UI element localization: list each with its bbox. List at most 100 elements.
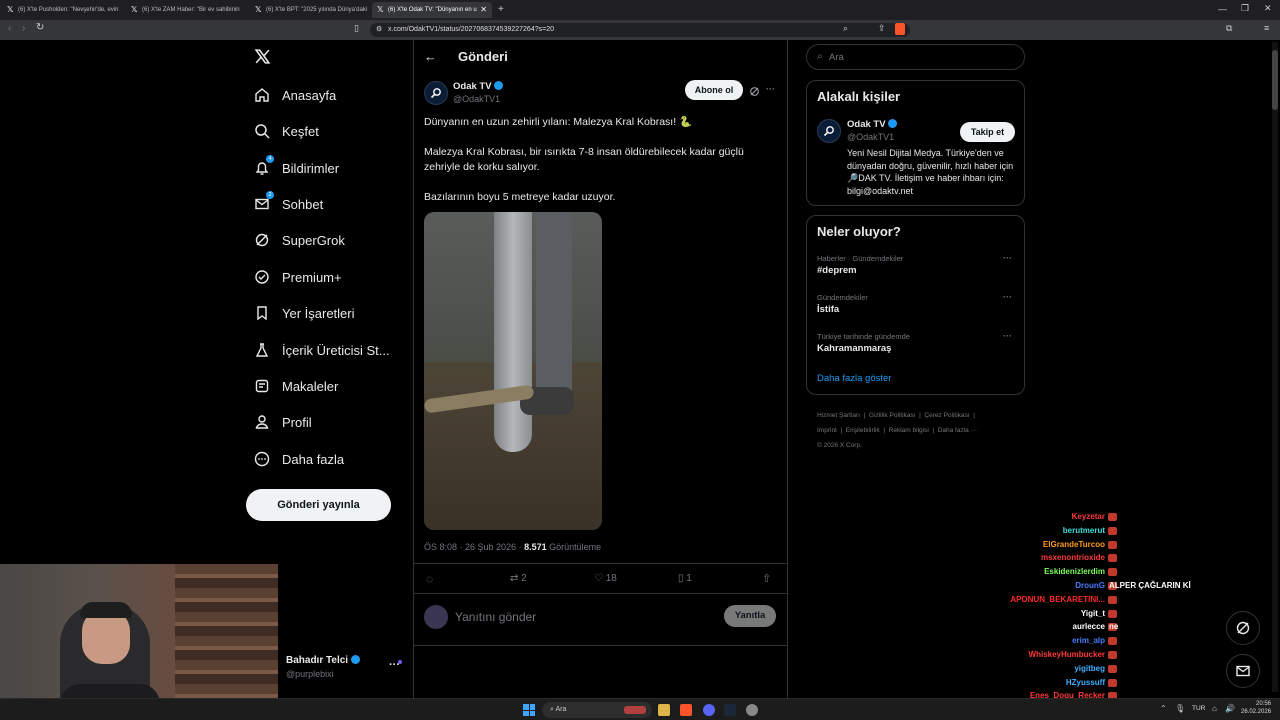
mic-icon[interactable]: 🎙: [1175, 704, 1185, 713]
copyright: © 2026 X Corp.: [817, 442, 862, 449]
trend-name[interactable]: İstifa: [817, 304, 839, 315]
sidebar-item-supergrok[interactable]: SuperGrok: [254, 228, 345, 252]
taskbar-search[interactable]: ⌕ Ara: [542, 702, 652, 718]
follow-button[interactable]: Takip et: [960, 122, 1015, 142]
network-icon[interactable]: ⌂: [1212, 704, 1217, 713]
like-button[interactable]: ♡ 18: [594, 573, 617, 584]
post-button[interactable]: Gönderi yayınla: [246, 489, 391, 521]
close-tab-icon[interactable]: ✕: [480, 5, 487, 14]
share-icon[interactable]: ⇪: [878, 23, 886, 34]
grok-float-button[interactable]: [1226, 611, 1260, 645]
mail-icon: 2: [254, 191, 274, 212]
sidebar-item-articles[interactable]: Makaleler: [254, 374, 338, 398]
steam-icon[interactable]: [724, 704, 736, 716]
bell-icon: 4: [254, 155, 274, 176]
sidebar-item-creator-studio[interactable]: İçerik Üreticisi St...: [254, 338, 390, 362]
site-settings-icon[interactable]: ⚙: [376, 25, 382, 33]
footer-link[interactable]: Hizmet Şartları: [817, 412, 860, 419]
browser-tab-active[interactable]: 𝕏 (6) X'te Odak TV: "Dünyanın en u ✕: [372, 2, 492, 18]
obs-icon[interactable]: [746, 704, 758, 716]
share-icon[interactable]: ⇧: [762, 572, 771, 585]
tweet-video[interactable]: [424, 212, 602, 530]
back-icon[interactable]: ‹: [8, 23, 11, 34]
file-explorer-icon[interactable]: [658, 704, 670, 716]
url-field[interactable]: ⚙ x.com/OdakTV1/status/202706837453922726…: [370, 23, 910, 37]
trend-name[interactable]: #deprem: [817, 265, 857, 276]
view-count: 8.571: [524, 542, 547, 552]
sidebar-item-label: Profil: [282, 414, 312, 430]
avatar[interactable]: [424, 81, 448, 105]
trend-more-icon[interactable]: ···: [1003, 253, 1012, 263]
author-name[interactable]: Odak TV: [453, 81, 504, 92]
reply-input[interactable]: Yanıtını gönder: [455, 610, 536, 624]
tray-chevron-icon[interactable]: ⌃: [1160, 704, 1167, 713]
avatar[interactable]: [817, 119, 841, 143]
notification-badge: 4: [266, 155, 274, 163]
footer-link[interactable]: Reklam bilgisi: [889, 427, 929, 434]
reply-button[interactable]: Yanıtla: [724, 605, 776, 627]
volume-icon[interactable]: 🔊: [1225, 704, 1235, 713]
view-label: Görüntüleme: [546, 542, 602, 552]
trend-more-icon[interactable]: ···: [1003, 331, 1012, 341]
more-icon[interactable]: ···: [766, 84, 775, 94]
browser-tab[interactable]: 𝕏 (6) X'te Pusholden: "Nevşehir'de, evin: [2, 2, 122, 18]
footer-link[interactable]: Gizlilik Politikası: [869, 412, 916, 419]
footer-link[interactable]: Erişilebilirlik: [846, 427, 880, 434]
bookmark-page-icon[interactable]: ▯: [354, 23, 359, 34]
sidebar-item-premium[interactable]: Premium+: [254, 265, 342, 289]
reload-icon[interactable]: ↻: [36, 22, 44, 33]
x-logo[interactable]: [254, 48, 271, 70]
clock-time: 20:56: [1255, 701, 1271, 707]
restore-icon[interactable]: ❐: [1241, 3, 1249, 14]
sidebar-item-label: Sohbet: [282, 196, 324, 212]
start-icon[interactable]: [523, 704, 535, 716]
subscribe-button[interactable]: Abone ol: [685, 80, 743, 100]
scrollbar[interactable]: [1272, 42, 1278, 692]
x-logo-icon: 𝕏: [255, 5, 262, 14]
menu-icon[interactable]: ≡: [1264, 23, 1269, 33]
sidebar-item-bookmarks[interactable]: Yer İşaretleri: [254, 301, 355, 325]
search-input[interactable]: ⌕ Ara: [806, 44, 1025, 70]
footer-link[interactable]: Daha fazla ···: [938, 427, 977, 434]
retweet-button[interactable]: ⇄ 2: [510, 573, 527, 584]
sidebar-item-profile[interactable]: Profil: [254, 410, 312, 434]
sidebar-item-more[interactable]: Daha fazla: [254, 447, 344, 471]
show-more-link[interactable]: Daha fazla göster: [817, 373, 891, 384]
sidebar-item-explore[interactable]: Keşfet: [254, 119, 319, 143]
status-dot: [398, 660, 402, 664]
trend-name[interactable]: Kahramanmaraş: [817, 343, 891, 354]
brave-icon[interactable]: [680, 704, 692, 716]
footer-link[interactable]: Imprint: [817, 427, 837, 434]
back-arrow-icon[interactable]: ←: [424, 49, 437, 64]
sidebar-item-notifications[interactable]: 4 Bildirimler: [254, 155, 339, 180]
heart-icon: ♡: [594, 573, 603, 584]
divider: [413, 593, 788, 594]
forward-icon[interactable]: ›: [22, 23, 25, 34]
sidebar-item-chat[interactable]: 2 Sohbet: [254, 191, 324, 216]
account-name[interactable]: Bahadır Telci: [286, 655, 360, 666]
extensions-icon[interactable]: ⧉: [1226, 23, 1232, 34]
window-close-icon[interactable]: ✕: [1264, 3, 1272, 14]
zoom-icon[interactable]: ⌕: [843, 23, 848, 34]
discord-icon[interactable]: [703, 704, 715, 716]
reply-icon[interactable]: ◌: [426, 572, 433, 586]
new-tab-icon[interactable]: +: [498, 4, 504, 15]
chat-username: Yigit_t: [1080, 609, 1105, 618]
scrollbar-thumb[interactable]: [1272, 50, 1278, 110]
footer-link[interactable]: Çerez Politikası: [924, 412, 969, 419]
chat-username: msxenontrioxide: [1040, 553, 1105, 562]
bookmark-button[interactable]: ▯ 1: [678, 573, 692, 584]
trend-more-icon[interactable]: ···: [1003, 292, 1012, 302]
related-name[interactable]: Odak TV: [847, 119, 898, 130]
browser-tab[interactable]: 𝕏 (6) X'te BPT: "2025 yılında Dünya'daki: [250, 2, 370, 18]
language-indicator[interactable]: TUR: [1192, 705, 1205, 712]
grok-icon[interactable]: [749, 84, 760, 102]
brave-shield-icon[interactable]: [895, 23, 905, 35]
sidebar-item-home[interactable]: Anasayfa: [254, 83, 336, 107]
flask-icon: [254, 342, 270, 358]
browser-tab[interactable]: 𝕏 (6) X'te ZAM Haber: "Bir ev sahibinin: [126, 2, 246, 18]
minimize-icon[interactable]: —: [1218, 4, 1227, 14]
chat-username: Keyzetar: [1071, 512, 1105, 521]
chat-username: Eskidenizlerdim: [1044, 567, 1105, 576]
messages-float-button[interactable]: [1226, 654, 1260, 688]
